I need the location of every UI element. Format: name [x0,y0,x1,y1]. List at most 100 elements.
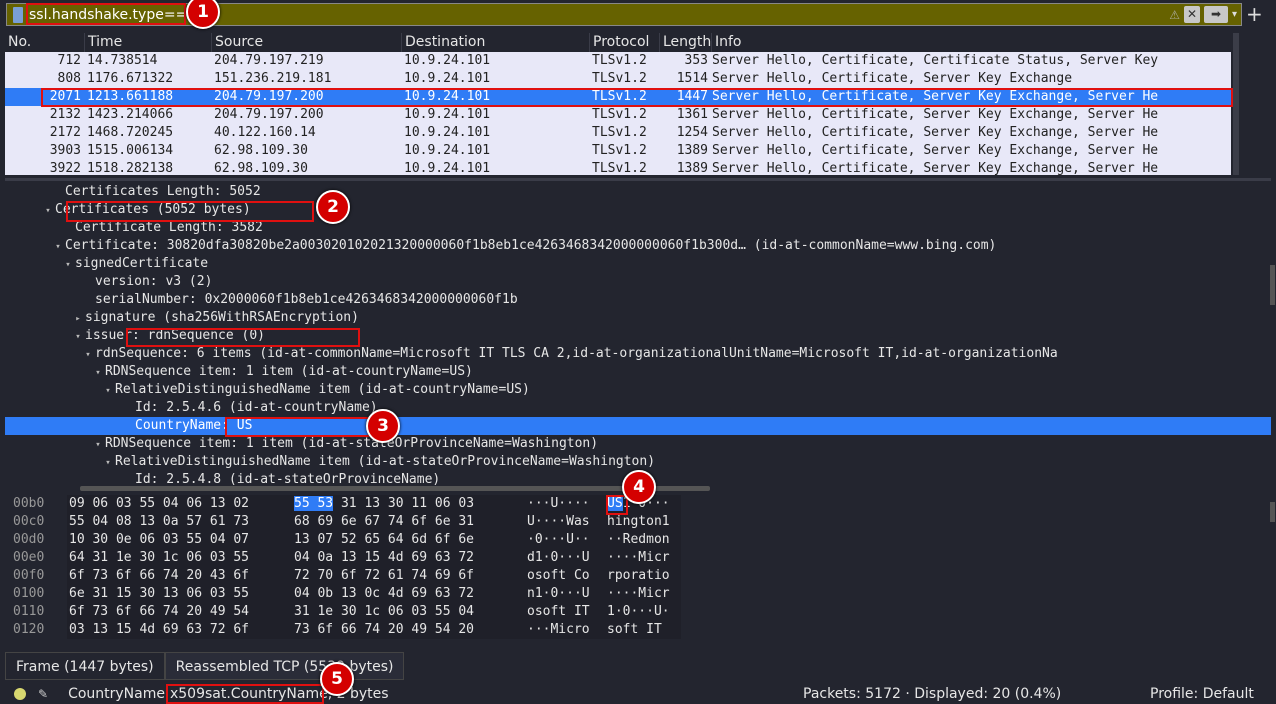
packet-cell-protocol: TLSv1.2 [592,125,647,140]
annotation-badge-3: 3 [366,409,400,443]
detail-tree-item[interactable]: ▾ RDNSequence item: 1 item (id-at-country… [5,363,1271,381]
detail-text: Certificates Length: 5052 [65,184,261,199]
detail-tree-item[interactable]: ▾ RelativeDistinguishedName item (id-at-c… [5,381,1271,399]
tab-frame[interactable]: Frame (1447 bytes) [5,652,165,680]
expert-info-icon[interactable] [14,688,26,700]
details-hscrollbar[interactable] [80,486,710,491]
packet-cell-protocol: TLSv1.2 [592,161,647,175]
bytes-scrollbar[interactable] [1270,502,1275,522]
packet-cell-protocol: TLSv1.2 [592,71,647,86]
packet-cell-length: 1389 [676,161,708,175]
packet-row[interactable]: 3922 1518.282138 62.98.109.30 10.9.24.101 TL… [5,160,1231,175]
detail-tree-item[interactable]: Certificates Length: 5052 [5,183,1271,201]
detail-text: signature (sha256WithRSAEncryption) [85,310,359,325]
detail-tree-item[interactable]: ▾ RelativeDistinguishedName item (id-at-s… [5,453,1271,471]
column-length[interactable]: Length [660,33,712,52]
status-packets: Packets: 5172 · Displayed: 20 (0.4%) [803,686,1062,702]
hex-bytes: 03 13 15 4d 69 63 72 6f 73 6f 66 74 20 49… [67,621,527,639]
hex-bytes: 64 31 1e 30 1c 06 03 55 04 0a 13 15 4d 69… [67,549,527,567]
details-scrollbar[interactable] [1270,265,1275,305]
hex-bytes-group2: 72 70 6f 72 61 74 69 6f [294,568,475,583]
ascii-group2: 1·0···U· [607,604,670,619]
expanded-arrow-icon[interactable]: ▾ [51,238,65,256]
hex-bytes-group2: 31 13 30 11 06 03 [333,496,475,511]
expanded-arrow-icon[interactable]: ▾ [61,256,75,274]
ascii-bytes: d1·0···U ····Micr [527,549,681,567]
clear-icon[interactable]: ✕ [1183,6,1200,23]
hex-row: 00c0 55 04 08 13 0a 57 61 73 68 69 6e 67 7… [5,513,1271,531]
hex-bytes: 10 30 0e 06 03 55 04 07 13 07 52 65 64 6d… [67,531,527,549]
hex-bytes-group1: 6f 73 6f 66 74 20 49 54 [69,604,250,619]
status-profile[interactable]: Profile: Default [1150,686,1254,702]
expanded-arrow-icon[interactable]: ▾ [71,328,85,346]
edit-comment-icon[interactable]: ✎ [38,687,48,701]
detail-tree-item[interactable]: serialNumber: 0x2000060f1b8eb1ce42634683… [5,291,1271,309]
packet-cell-length: 1254 [676,125,708,140]
warning-icon: ⚠ [1169,7,1180,22]
detail-tree-item[interactable]: ▾ signedCertificate [5,255,1271,273]
tab-reassembled-tcp[interactable]: Reassembled TCP (5539 bytes) [164,652,405,680]
hex-bytes-selected: 55 53 [294,496,334,511]
packet-cell-time: 1515.006134 [87,143,174,158]
packet-cell-length: 1514 [676,71,708,86]
collapsed-arrow-icon[interactable]: ▸ [71,310,85,328]
hex-offset: 00e0 [13,550,45,565]
hex-row: 0110 6f 73 6f 66 74 20 49 54 31 1e 30 1c 0… [5,603,1271,621]
expanded-arrow-icon[interactable]: ▾ [101,382,115,400]
column-destination[interactable]: Destination [402,33,590,52]
detail-tree-item[interactable]: version: v3 (2) [5,273,1271,291]
packet-cell-destination: 10.9.24.101 [404,53,491,68]
packet-cell-time: 1176.671322 [87,71,174,86]
detail-tree-item[interactable]: Id: 2.5.4.6 (id-at-countryName) [5,399,1271,417]
hex-bytes-group1: 09 06 03 55 04 06 13 02 [69,496,250,511]
bookmark-icon[interactable] [13,6,23,23]
expanded-arrow-icon[interactable]: ▾ [91,364,105,382]
expanded-arrow-icon[interactable]: ▾ [41,202,55,220]
expanded-arrow-icon[interactable]: ▾ [101,454,115,472]
hex-offset: 0100 [13,586,45,601]
ascii-bytes: osoft IT 1·0···U· [527,603,681,621]
packet-row[interactable]: 712 14.738514 204.79.197.219 10.9.24.101 TLS… [5,52,1231,70]
detail-tree-item[interactable]: ▾ Certificate: 30820dfa30820be2a003020102… [5,237,1271,255]
highlight-issuer [126,328,360,347]
packet-row[interactable]: 2132 1423.214066 204.79.197.200 10.9.24.101… [5,106,1231,124]
highlight-us-bytes [606,495,628,515]
add-filter-button[interactable]: + [1246,2,1263,26]
packet-list-scrollbar[interactable] [1233,33,1239,175]
packet-bytes-pane[interactable]: 00b0 09 06 03 55 04 06 13 02 55 53 31 13 3… [5,495,1271,641]
ascii-group1: osoft Co [527,568,590,583]
hex-bytes: 6f 73 6f 66 74 20 49 54 31 1e 30 1c 06 03… [67,603,527,621]
detail-text: version: v3 (2) [95,274,213,289]
expanded-arrow-icon[interactable]: ▾ [91,436,105,454]
hex-bytes: 6e 31 15 30 13 06 03 55 04 0b 13 0c 4d 69… [67,585,527,603]
packet-cell-source: 62.98.109.30 [214,143,308,158]
detail-tree-item[interactable]: ▾ RDNSequence item: 1 item (id-at-stateOr… [5,435,1271,453]
hex-offset: 00d0 [13,532,45,547]
ascii-group1: ·0···U·· [527,532,590,547]
hex-bytes-group2: 04 0a 13 15 4d 69 63 72 [294,550,475,565]
packet-row[interactable]: 808 1176.671322 151.236.219.181 10.9.24.101… [5,70,1231,88]
packet-row[interactable]: 3903 1515.006134 62.98.109.30 10.9.24.101 TL… [5,142,1231,160]
column-protocol[interactable]: Protocol [590,33,660,52]
chevron-down-icon[interactable]: ▾ [1232,9,1237,20]
expanded-arrow-icon[interactable]: ▾ [81,346,95,364]
column-info[interactable]: Info [712,33,1231,52]
hex-bytes-group1: 03 13 15 4d 69 63 72 6f [69,622,250,637]
detail-tree-item[interactable]: ▾ rdnSequence: 6 items (id-at-commonName=… [5,345,1271,363]
column-source[interactable]: Source [212,33,402,52]
detail-tree-item[interactable]: ▸ signature (sha256WithRSAEncryption) [5,309,1271,327]
detail-tree-item[interactable]: CountryName: US [5,417,1271,435]
ascii-group1: ···U···· [527,496,590,511]
packet-row[interactable]: 2172 1468.720245 40.122.160.14 10.9.24.101 T… [5,124,1231,142]
column-no[interactable]: No. [5,33,85,52]
highlight-countryname [225,417,370,437]
hex-bytes-group1: 10 30 0e 06 03 55 04 07 [69,532,250,547]
arrow-right-icon[interactable]: ➡ [1203,6,1228,23]
pane-splitter[interactable] [5,178,1271,181]
hex-row: 0100 6e 31 15 30 13 06 03 55 04 0b 13 0c 4… [5,585,1271,603]
packet-cell-info: Server Hello, Certificate, Server Key Ex… [712,71,1073,86]
packet-cell-info: Server Hello, Certificate, Certificate S… [712,53,1159,68]
column-time[interactable]: Time [85,33,212,52]
hex-bytes: 09 06 03 55 04 06 13 02 55 53 31 13 30 11… [67,495,527,513]
hex-bytes-group2: 04 0b 13 0c 4d 69 63 72 [294,586,475,601]
